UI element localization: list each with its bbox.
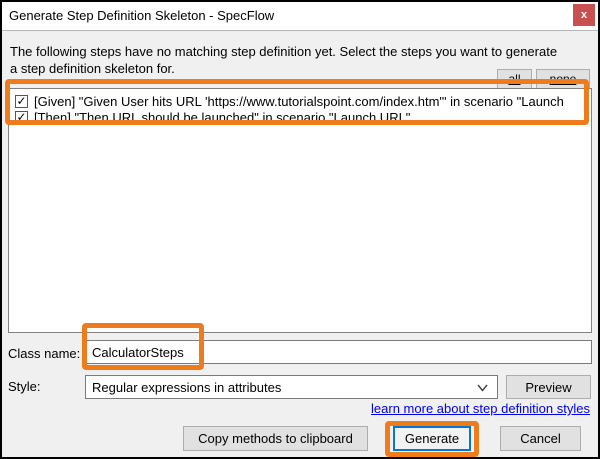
select-none-label: none [550, 72, 577, 86]
cancel-button-label: Cancel [520, 431, 560, 446]
step-text: [Given] "Given User hits URL 'https://ww… [34, 94, 564, 109]
step-item-given[interactable]: ✓ [Given] "Given User hits URL 'https://… [9, 93, 591, 109]
close-button[interactable]: x [573, 4, 595, 26]
step-item-then[interactable]: ✓ [Then] "Then URL should be launched" i… [9, 109, 591, 125]
step-text: [Then] "Then URL should be launched" in … [34, 110, 410, 125]
style-dropdown[interactable]: Regular expressions in attributes [85, 375, 498, 399]
chevron-down-icon [477, 384, 488, 392]
learn-more-link[interactable]: learn more about step definition styles [371, 401, 590, 416]
generate-button[interactable]: Generate [393, 426, 471, 451]
copy-methods-button[interactable]: Copy methods to clipboard [183, 426, 368, 451]
style-dropdown-value: Regular expressions in attributes [92, 380, 281, 395]
preview-button-label: Preview [525, 380, 571, 395]
select-all-label: all [508, 72, 520, 86]
select-none-button[interactable]: none [536, 69, 590, 89]
steps-listbox[interactable]: ✓ [Given] "Given User hits URL 'https://… [8, 88, 592, 333]
title-bar: Generate Step Definition Skeleton - Spec… [2, 2, 598, 31]
instruction-line-1: The following steps have no matching ste… [10, 43, 590, 60]
dialog-title: Generate Step Definition Skeleton - Spec… [9, 2, 274, 30]
class-name-label: Class name: [8, 346, 80, 361]
style-label: Style: [8, 379, 41, 394]
class-name-input[interactable] [85, 340, 592, 364]
check-icon: ✓ [16, 94, 26, 108]
preview-button[interactable]: Preview [506, 375, 591, 399]
cancel-button[interactable]: Cancel [500, 426, 581, 451]
copy-methods-button-label: Copy methods to clipboard [198, 431, 353, 446]
check-icon: ✓ [16, 110, 26, 124]
select-all-button[interactable]: all [497, 69, 532, 89]
generate-step-definition-dialog: Generate Step Definition Skeleton - Spec… [0, 0, 600, 459]
close-icon: x [581, 9, 587, 21]
generate-button-label: Generate [405, 431, 459, 446]
step-checkbox[interactable]: ✓ [15, 111, 28, 124]
step-checkbox[interactable]: ✓ [15, 95, 28, 108]
